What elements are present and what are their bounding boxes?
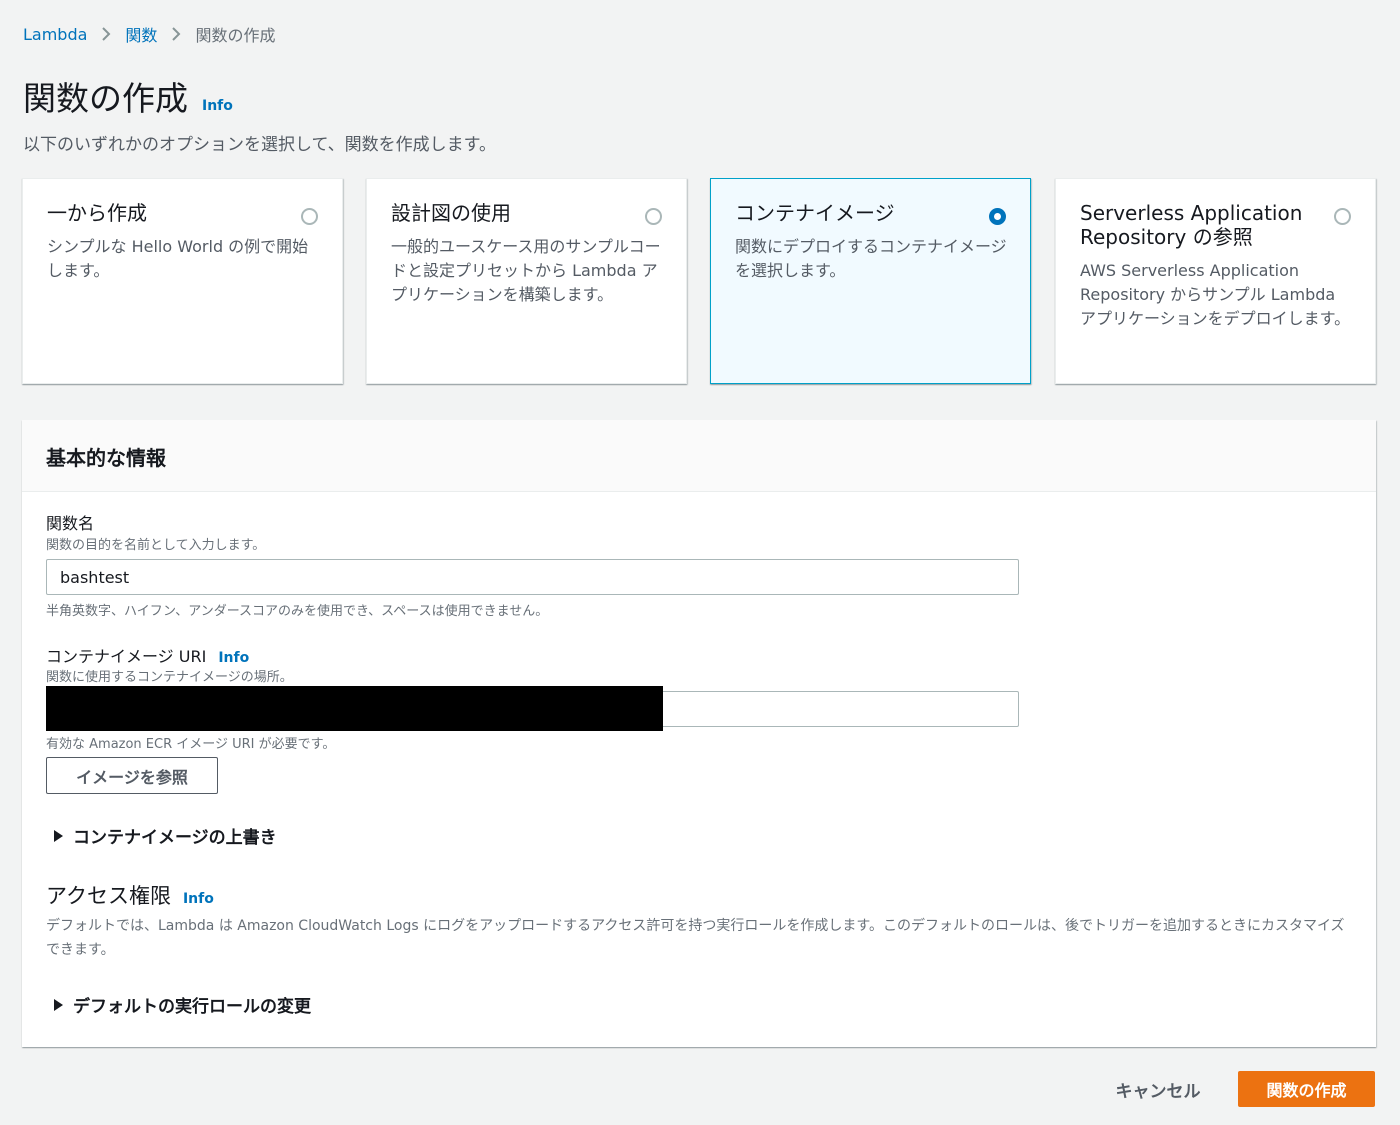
option-card-title: Serverless Application Repository の参照 — [1080, 201, 1303, 249]
option-card-description: 一般的ユースケース用のサンプルコードと設定プリセットから Lambda アプリケ… — [391, 237, 661, 304]
breadcrumb-lambda-link[interactable]: Lambda — [23, 25, 87, 44]
permissions-title: アクセス権限 — [46, 884, 171, 908]
permissions-description: デフォルトでは、Lambda は Amazon CloudWatch Logs … — [46, 918, 1345, 958]
create-option-cards: 一から作成 シンプルな Hello World の例で開始します。 設計図の使用… — [22, 178, 1376, 384]
function-name-description: 関数の目的を名前として入力します。 — [46, 538, 266, 553]
option-card-blueprint[interactable]: 設計図の使用 一般的ユースケース用のサンプルコードと設定プリセットから Lamb… — [366, 178, 687, 384]
expander-label: コンテナイメージの上書き — [73, 828, 277, 848]
image-uri-constraint: 有効な Amazon ECR イメージ URI が必要です。 — [46, 737, 336, 752]
container-override-expander[interactable]: コンテナイメージの上書き — [54, 823, 277, 848]
option-card-author-from-scratch[interactable]: 一から作成 シンプルな Hello World の例で開始します。 — [22, 178, 343, 384]
option-card-title: 一から作成 — [47, 201, 147, 225]
option-card-container-image[interactable]: コンテナイメージ 関数にデプロイするコンテナイメージを選択します。 — [710, 178, 1031, 384]
breadcrumb-functions-link[interactable]: 関数 — [125, 22, 157, 46]
page-description: 以下のいずれかのオプションを選択して、関数を作成します。 — [23, 135, 496, 155]
breadcrumb-current: 関数の作成 — [195, 26, 276, 45]
chevron-right-icon — [171, 26, 181, 42]
function-name-constraint: 半角英数字、ハイフン、アンダースコアのみを使用でき、スペースは使用できません。 — [46, 604, 549, 619]
page-title-row: 関数の作成 Info — [23, 72, 233, 120]
execution-role-expander[interactable]: デフォルトの実行ロールの変更 — [54, 992, 311, 1017]
radio-button-selected[interactable] — [989, 208, 1006, 225]
function-name-label: 関数名 — [46, 510, 94, 534]
caret-right-icon — [54, 829, 63, 842]
browse-images-button[interactable]: イメージを参照 — [46, 757, 218, 794]
create-function-button[interactable]: 関数の作成 — [1238, 1071, 1375, 1107]
expander-label: デフォルトの実行ロールの変更 — [73, 997, 311, 1017]
option-card-description: シンプルな Hello World の例で開始します。 — [47, 237, 309, 280]
image-uri-label: コンテナイメージ URI Info — [46, 643, 249, 667]
basic-info-panel: 基本的な情報 関数名 関数の目的を名前として入力します。 半角英数字、ハイフン、… — [22, 420, 1376, 1047]
image-uri-info-link[interactable]: Info — [218, 650, 249, 666]
option-card-description: 関数にデプロイするコンテナイメージを選択します。 — [735, 237, 1007, 280]
permissions-title-row: アクセス権限 Info — [46, 880, 214, 910]
panel-title: 基本的な情報 — [46, 446, 166, 470]
option-card-serverless-repo[interactable]: Serverless Application Repository の参照 AW… — [1055, 178, 1376, 384]
page-info-link[interactable]: Info — [202, 98, 233, 114]
cancel-button[interactable]: キャンセル — [1100, 1071, 1216, 1107]
panel-header: 基本的な情報 — [22, 420, 1376, 492]
radio-button[interactable] — [1334, 208, 1351, 225]
image-uri-description: 関数に使用するコンテナイメージの場所。 — [46, 670, 293, 685]
page-title: 関数の作成 — [23, 79, 188, 118]
radio-button[interactable] — [301, 208, 318, 225]
option-card-title: 設計図の使用 — [391, 201, 511, 225]
redaction-block — [46, 686, 663, 731]
function-name-label-text: 関数名 — [46, 514, 95, 533]
option-card-description: AWS Serverless Application Repository から… — [1080, 261, 1351, 328]
chevron-right-icon — [101, 26, 111, 42]
permissions-info-link[interactable]: Info — [183, 891, 214, 907]
function-name-input[interactable] — [46, 559, 1019, 595]
breadcrumb: Lambda 関数 関数の作成 — [23, 22, 275, 46]
option-card-title: コンテナイメージ — [735, 201, 895, 225]
caret-right-icon — [54, 998, 63, 1011]
image-uri-label-text: コンテナイメージ URI — [46, 647, 207, 666]
radio-button[interactable] — [645, 208, 662, 225]
